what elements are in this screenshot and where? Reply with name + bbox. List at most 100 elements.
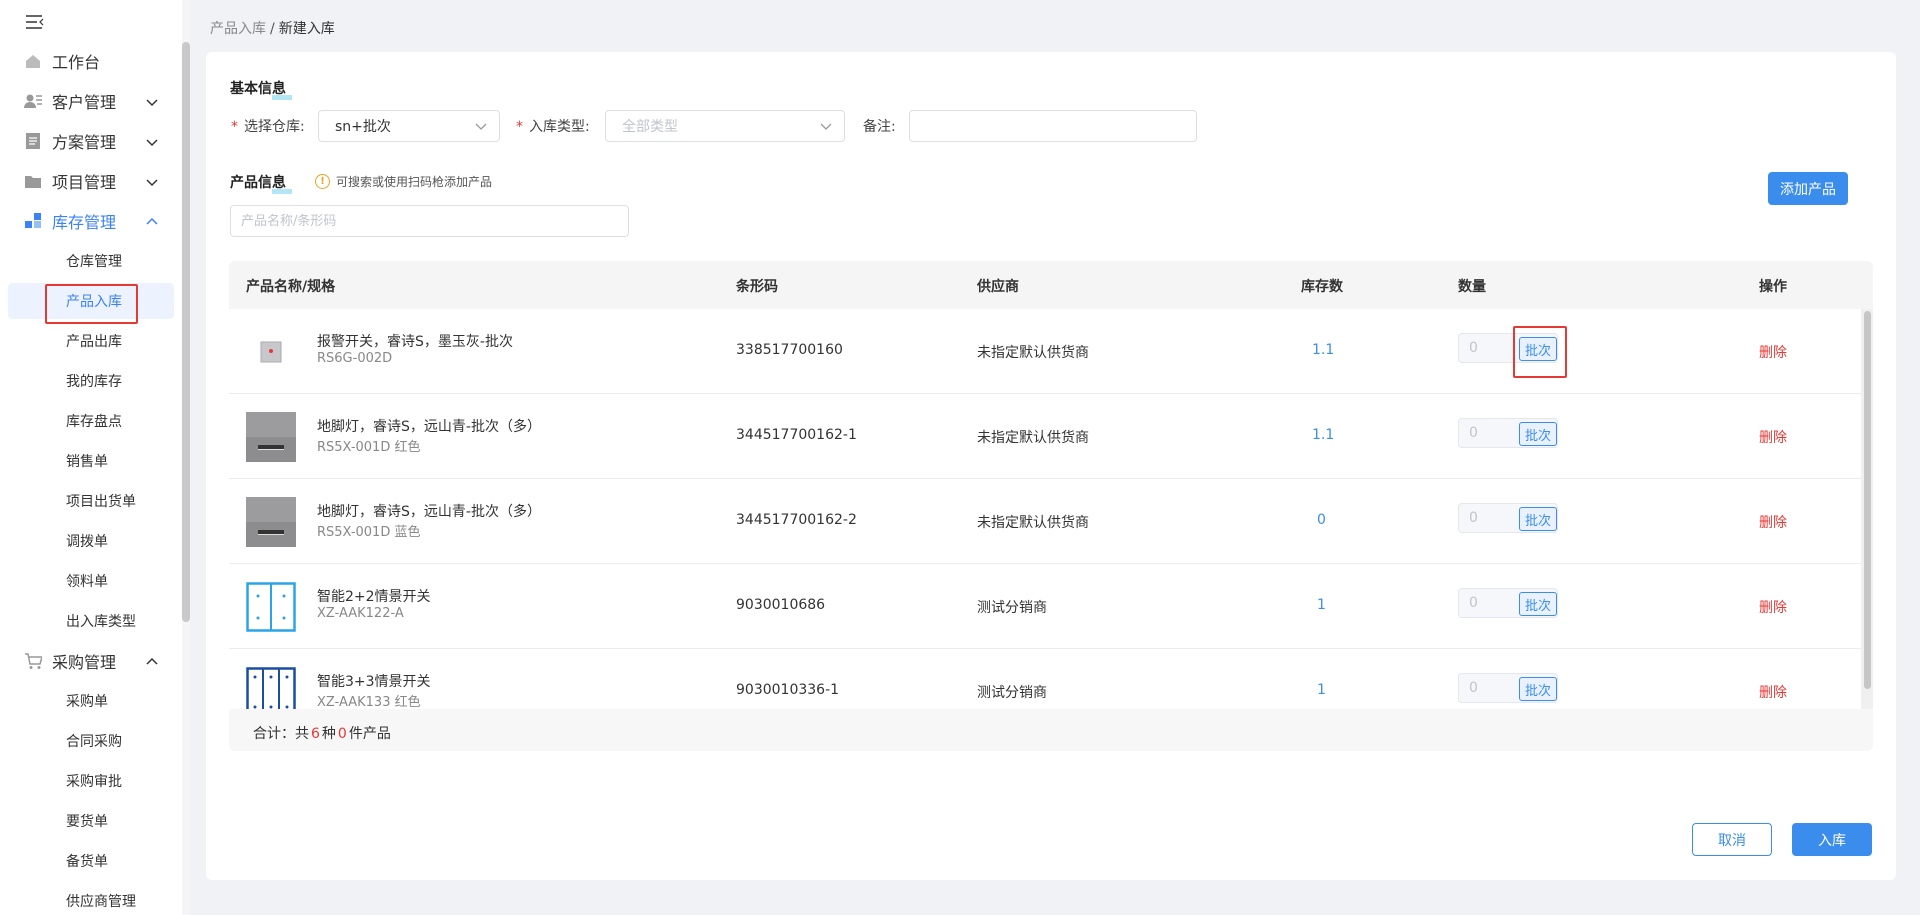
quantity-field[interactable]: 0 批次 [1458, 418, 1558, 448]
sidebar: 工作台 客户管理 方案管理 项目管理 库存管理 仓库管理 产品入库 产品出库 我… [0, 0, 182, 915]
menu-collapse-icon[interactable] [25, 14, 45, 30]
product-supplier: 未指定默认供货商 [977, 515, 1089, 531]
quantity-field[interactable]: 0 批次 [1458, 588, 1558, 618]
scrollbar-thumb[interactable] [182, 42, 190, 622]
table-body: 报警开关，睿诗S，墨玉灰-批次 RS6G-002D 338517700160 未… [229, 309, 1861, 709]
menu-item-label: 工作台 [52, 53, 101, 72]
product-info-title: 产品信息 [230, 172, 292, 194]
inventory-icon [24, 212, 42, 230]
product-stock: 1.1 [1312, 427, 1335, 443]
sidebar-item-product-in[interactable]: 产品入库 [8, 283, 174, 319]
table-scrollbar[interactable] [1861, 309, 1873, 709]
header-action: 操作 [1759, 279, 1787, 295]
total-count: 0 [337, 726, 347, 742]
document-icon [24, 132, 42, 150]
sidebar-item-stock-prep[interactable]: 备货单 [0, 843, 182, 879]
table-row: 智能3+3情景开关 XZ-AAK133 红色 9030010336-1 测试分销… [229, 649, 1861, 709]
inbound-type-select[interactable]: 全部类型 [605, 110, 845, 142]
cancel-button[interactable]: 取消 [1692, 823, 1772, 856]
product-name: 地脚灯，睿诗S，远山青-批次（多） [317, 504, 541, 520]
sidebar-item-request-order[interactable]: 要货单 [0, 803, 182, 839]
product-spec: RS6G-002D [317, 351, 393, 366]
chevron-down-icon [820, 120, 832, 132]
breadcrumb-parent[interactable]: 产品入库 [210, 21, 266, 37]
menu-item-label: 方案管理 [52, 133, 117, 152]
sidebar-item-transfer[interactable]: 调拨单 [0, 523, 182, 559]
product-spec: RS5X-001D 红色 [317, 440, 421, 455]
scrollbar-thumb[interactable] [1864, 311, 1871, 689]
product-table: 产品名称/规格 条形码 供应商 库存数 数量 操作 报警开关，睿诗S，墨玉灰-批… [229, 261, 1873, 751]
table-row: 地脚灯，睿诗S，远山青-批次（多） RS5X-001D 蓝色 344517700… [229, 479, 1861, 564]
batch-button[interactable]: 批次 [1519, 507, 1557, 531]
product-name: 报警开关，睿诗S，墨玉灰-批次 [317, 334, 513, 350]
warehouse-select[interactable]: sn+批次 [318, 110, 500, 142]
batch-button[interactable]: 批次 [1519, 422, 1557, 446]
menu-item-purchase[interactable]: 采购管理 [0, 643, 182, 679]
delete-link[interactable]: 删除 [1759, 512, 1787, 532]
chevron-down-icon [145, 94, 159, 108]
product-thumbnail [246, 497, 296, 547]
sidebar-item-supplier[interactable]: 供应商管理 [0, 883, 182, 915]
add-product-button[interactable]: 添加产品 [1768, 172, 1848, 205]
product-search-input[interactable] [230, 205, 629, 237]
sidebar-item-sales-order[interactable]: 销售单 [0, 443, 182, 479]
chevron-up-icon [145, 214, 159, 228]
sidebar-item-stocktake[interactable]: 库存盘点 [0, 403, 182, 439]
sidebar-item-requisition[interactable]: 领料单 [0, 563, 182, 599]
sidebar-item-contract-purchase[interactable]: 合同采购 [0, 723, 182, 759]
product-name: 智能3+3情景开关 [317, 674, 431, 690]
breadcrumb-separator: / [270, 21, 275, 37]
table-row: 智能2+2情景开关 XZ-AAK122-A 9030010686 测试分销商 1… [229, 564, 1861, 649]
sidebar-scrollbar[interactable] [182, 0, 190, 915]
folder-icon [24, 172, 42, 190]
sidebar-item-io-type[interactable]: 出入库类型 [0, 603, 182, 639]
menu-item-customer[interactable]: 客户管理 [0, 83, 182, 119]
remark-label: 备注: [863, 119, 896, 135]
delete-link[interactable]: 删除 [1759, 682, 1787, 702]
quantity-field[interactable]: 0 批次 [1458, 673, 1558, 703]
warehouse-label: * 选择仓库: [231, 119, 305, 135]
batch-button[interactable]: 批次 [1519, 592, 1557, 616]
delete-link[interactable]: 删除 [1759, 597, 1787, 617]
sidebar-item-my-stock[interactable]: 我的库存 [0, 363, 182, 399]
remark-input[interactable] [909, 110, 1197, 142]
table-row: 地脚灯，睿诗S，远山青-批次（多） RS5X-001D 红色 344517700… [229, 394, 1861, 479]
submit-inbound-button[interactable]: 入库 [1792, 823, 1872, 856]
chevron-down-icon [145, 134, 159, 148]
chevron-down-icon [475, 120, 487, 132]
product-thumbnail [246, 582, 296, 632]
delete-link[interactable]: 删除 [1759, 427, 1787, 447]
menu-item-label: 采购管理 [52, 653, 117, 672]
home-icon [24, 52, 42, 70]
sidebar-item-product-out[interactable]: 产品出库 [0, 323, 182, 359]
product-name: 智能2+2情景开关 [317, 589, 431, 605]
chevron-down-icon [145, 174, 159, 188]
product-spec: RS5X-001D 蓝色 [317, 525, 421, 540]
product-supplier: 测试分销商 [977, 685, 1047, 701]
menu-item-workbench[interactable]: 工作台 [0, 43, 182, 79]
quantity-field[interactable]: 0 批次 [1458, 503, 1558, 533]
breadcrumb: 产品入库 / 新建入库 [210, 18, 335, 38]
batch-button[interactable]: 批次 [1519, 677, 1557, 701]
table-header: 产品名称/规格 条形码 供应商 库存数 数量 操作 [229, 261, 1873, 309]
product-thumbnail [246, 667, 296, 709]
product-spec: XZ-AAK133 红色 [317, 695, 421, 709]
header-quantity: 数量 [1458, 279, 1486, 295]
sidebar-item-project-shipment[interactable]: 项目出货单 [0, 483, 182, 519]
sidebar-item-warehouse[interactable]: 仓库管理 [0, 243, 182, 279]
sidebar-item-purchase-order[interactable]: 采购单 [0, 683, 182, 719]
menu-item-project[interactable]: 项目管理 [0, 163, 182, 199]
sidebar-item-purchase-approval[interactable]: 采购审批 [0, 763, 182, 799]
table-footer: 合计：共 6 种 0 件产品 [229, 709, 1873, 751]
menu-item-inventory[interactable]: 库存管理 [0, 203, 182, 239]
header-barcode: 条形码 [736, 279, 778, 295]
product-supplier: 未指定默认供货商 [977, 345, 1089, 361]
product-spec: XZ-AAK122-A [317, 606, 404, 621]
batch-button[interactable]: 批次 [1519, 337, 1557, 361]
quantity-field[interactable]: 0 批次 [1458, 333, 1558, 363]
product-stock: 0 [1317, 512, 1326, 528]
menu-item-solution[interactable]: 方案管理 [0, 123, 182, 159]
basic-info-title: 基本信息 [230, 78, 292, 100]
header-stock: 库存数 [1301, 279, 1343, 295]
delete-link[interactable]: 删除 [1759, 342, 1787, 362]
